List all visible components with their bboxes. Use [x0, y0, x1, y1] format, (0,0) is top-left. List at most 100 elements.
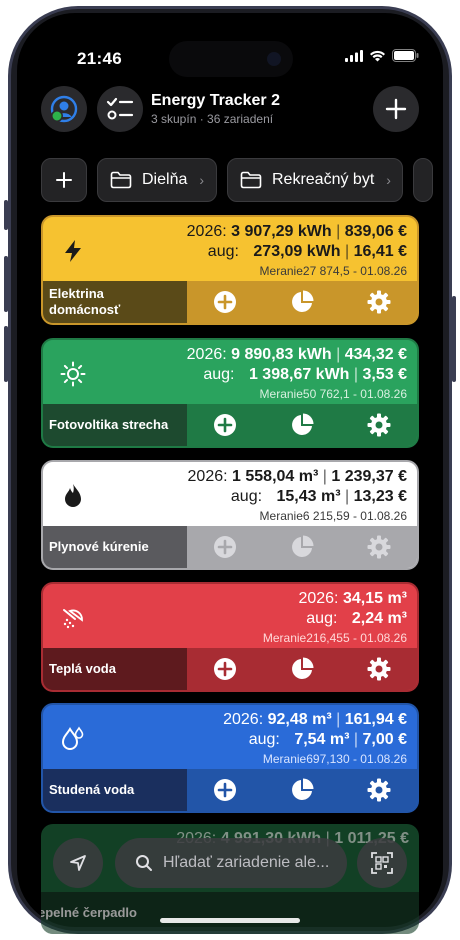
- device-card-fotovoltika[interactable]: 2026: 9 890,83 kWh | 434,32 € aug: 1 398…: [41, 338, 419, 448]
- month-label: aug:: [306, 610, 338, 627]
- folder-icon: [110, 171, 132, 189]
- checklist-button[interactable]: [97, 86, 143, 132]
- qr-scan-button[interactable]: [357, 838, 407, 888]
- month-label: aug:: [207, 243, 239, 260]
- device-card-plyn[interactable]: 2026: 1 558,04 m³ | 1 239,37 € aug: 15,4…: [41, 460, 419, 570]
- group-chip-rekreacny-byt[interactable]: Rekreačný byt ›: [227, 158, 403, 202]
- year-row: 2026: 1 558,04 m³ | 1 239,37 €: [187, 468, 407, 485]
- profile-icon: [50, 95, 78, 123]
- month-row: aug: 1 398,67 kWh | 3,53 €: [203, 366, 407, 383]
- month-cost: 13,23 €: [353, 488, 407, 505]
- device-card-elektrina[interactable]: 2026: 3 907,29 kWh | 839,06 € aug: 273,0…: [41, 215, 419, 325]
- year-label: 2026:: [187, 468, 228, 485]
- year-row: 2026: 3 907,29 kWh | 839,06 €: [186, 223, 407, 240]
- device-name: Fotovoltika strecha: [43, 404, 187, 446]
- plus-circle-icon: [214, 291, 237, 313]
- device-name-line1: Teplá voda: [49, 661, 116, 676]
- power-button: [452, 296, 456, 382]
- qr-scan-icon: [371, 852, 393, 874]
- card-summary: 2026: 92,48 m³ | 161,94 € aug: 7,54 m³ |…: [43, 705, 417, 773]
- meter-row: Meranie27 874,5 - 01.08.26: [260, 264, 407, 278]
- device-name: Tepelné čerpadlo: [41, 905, 137, 920]
- chevron-right-icon: ›: [386, 172, 391, 188]
- settings-button[interactable]: [340, 769, 417, 811]
- add-device-button[interactable]: [373, 86, 419, 132]
- card-summary: 2026: 9 890,83 kWh | 434,32 € aug: 1 398…: [43, 340, 417, 408]
- month-row: aug: 7,54 m³ | 7,00 €: [248, 731, 407, 748]
- wifi-icon: [370, 50, 385, 61]
- year-amount: 9 890,83 kWh: [231, 346, 332, 363]
- group-label: Dielňa: [142, 171, 188, 188]
- search-field[interactable]: Hľadať zariadenie ale...: [115, 838, 347, 888]
- battery-icon: [392, 49, 419, 62]
- app-subtitle: 3 skupín · 36 zariadení: [151, 112, 274, 126]
- card-summary: 2026: 1 558,04 m³ | 1 239,37 € aug: 15,4…: [43, 462, 417, 530]
- card-actions: [187, 648, 417, 690]
- add-group-button[interactable]: [41, 158, 87, 202]
- meter-value: 27 874,5: [302, 264, 350, 278]
- card-footer: Teplá voda: [43, 648, 417, 690]
- settings-button[interactable]: [340, 648, 417, 690]
- month-cost: 7,00 €: [362, 731, 407, 748]
- device-name-line2: domácnosť: [49, 302, 121, 317]
- volume-up-button: [4, 256, 8, 312]
- statistics-button[interactable]: [264, 281, 341, 323]
- year-label: 2026:: [186, 223, 227, 240]
- settings-button[interactable]: [340, 526, 417, 568]
- add-reading-button[interactable]: [187, 648, 264, 690]
- card-footer: Fotovoltika strecha: [43, 404, 417, 446]
- home-indicator: [160, 918, 300, 923]
- statistics-button[interactable]: [264, 404, 341, 446]
- month-amount: 1 398,67 kWh: [248, 366, 350, 383]
- device-name-line1: Elektrina: [49, 286, 104, 301]
- group-chip-partial[interactable]: [413, 158, 433, 202]
- year-row: 2026: 34,15 m³: [298, 590, 407, 608]
- folder-icon: [240, 171, 262, 189]
- signal-icon: [345, 49, 363, 62]
- plus-circle-icon: [214, 779, 237, 801]
- profile-button[interactable]: [41, 86, 87, 132]
- location-button[interactable]: [53, 838, 103, 888]
- meter-label: Meranie: [259, 264, 303, 278]
- month-label: aug:: [248, 731, 280, 748]
- settings-button[interactable]: [340, 281, 417, 323]
- device-card-tepla-voda[interactable]: 2026: 34,15 m³ aug: 2,24 m³ Meranie216,4…: [41, 582, 419, 692]
- meter-date: - 01.08.26: [349, 752, 407, 766]
- plus-circle-icon: [214, 536, 237, 558]
- meter-row: Meranie216,455 - 01.08.26: [263, 631, 407, 645]
- card-actions: [187, 281, 417, 323]
- device-name: Teplá voda: [43, 648, 187, 690]
- status-bar: 21:46: [17, 13, 443, 77]
- statistics-button[interactable]: [264, 769, 341, 811]
- add-reading-button[interactable]: [187, 281, 264, 323]
- pie-chart-icon: [292, 413, 314, 435]
- month-amount: 2,24 m³: [351, 610, 407, 627]
- add-reading-button[interactable]: [187, 769, 264, 811]
- month-cost: 16,41 €: [353, 243, 407, 260]
- card-actions: [187, 526, 417, 568]
- year-row: 2026: 92,48 m³ | 161,94 €: [223, 711, 407, 728]
- year-cost: 434,32 €: [344, 346, 407, 363]
- settings-button[interactable]: [340, 404, 417, 446]
- meter-row: Meranie6 215,59 - 01.08.26: [260, 509, 407, 523]
- month-amount: 273,09 kWh: [253, 243, 341, 260]
- group-chip-dielna[interactable]: Dielňa ›: [97, 158, 217, 202]
- gear-icon: [367, 778, 391, 802]
- pie-chart-icon: [292, 535, 314, 557]
- add-reading-button[interactable]: [187, 526, 264, 568]
- checklist-icon: [106, 97, 134, 120]
- group-label: Rekreačný byt: [272, 171, 375, 188]
- month-cost: 3,53 €: [362, 366, 407, 383]
- device-card-studena-voda[interactable]: 2026: 92,48 m³ | 161,94 € aug: 7,54 m³ |…: [41, 703, 419, 813]
- search-icon: [136, 855, 152, 871]
- location-arrow-icon: [70, 855, 86, 871]
- device-name: Plynové kúrenie: [43, 526, 187, 568]
- add-reading-button[interactable]: [187, 404, 264, 446]
- month-row: aug: 15,43 m³ | 13,23 €: [230, 488, 407, 505]
- statistics-button[interactable]: [264, 526, 341, 568]
- pie-chart-icon: [292, 778, 314, 800]
- device-name-line1: Plynové kúrenie: [49, 539, 149, 554]
- meter-row: Meranie697,130 - 01.08.26: [263, 752, 407, 766]
- statistics-button[interactable]: [264, 648, 341, 690]
- shower-icon: [59, 604, 87, 632]
